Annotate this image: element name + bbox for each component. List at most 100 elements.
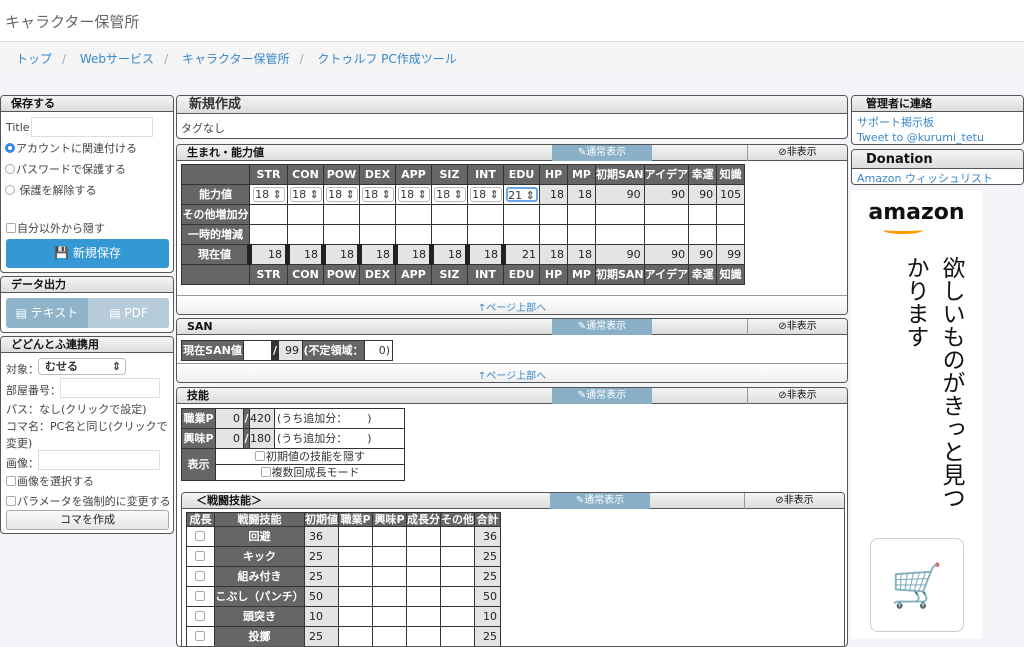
tweet-link[interactable]: Tweet to @kurumi_tetu <box>857 131 984 144</box>
koma-name-link[interactable]: コマ名：PC名と同じ(クリックで変更) <box>6 418 171 452</box>
ability-modifier-input[interactable] <box>395 224 432 245</box>
ability-select[interactable]: 18 ⇕ <box>433 187 466 202</box>
amazon-ad[interactable]: amazon 欲しいものがきっと見つかります 🛒 <box>851 190 982 639</box>
image-input[interactable] <box>38 450 160 470</box>
ability-modifier-input[interactable] <box>716 224 746 245</box>
ability-modifier-input[interactable] <box>716 204 746 225</box>
hobby-input[interactable] <box>372 606 407 627</box>
support-board-link[interactable]: サポート掲示板 <box>857 114 934 130</box>
normal-view-tab[interactable]: ✎通常表示 <box>550 493 650 509</box>
multi-growth-checkbox[interactable]: 複数回成長モード <box>215 464 405 481</box>
other-input[interactable] <box>440 566 475 587</box>
ability-select[interactable]: 18 ⇕ <box>325 187 358 202</box>
pass-link[interactable]: パス：なし(クリックで設定) <box>6 401 147 417</box>
room-input[interactable] <box>60 378 160 398</box>
growth-input[interactable] <box>406 566 441 587</box>
force-param-checkbox[interactable]: パラメータを強制的に変更する <box>6 493 171 509</box>
other-input[interactable] <box>440 586 475 607</box>
create-koma-button[interactable]: コマを作成 <box>6 510 169 530</box>
ability-modifier-input[interactable] <box>539 224 568 245</box>
hide-tab[interactable]: ⊘非表示 <box>747 319 847 335</box>
growth-input[interactable] <box>406 526 441 547</box>
growth-checkbox[interactable] <box>186 586 215 607</box>
ability-modifier-input[interactable] <box>643 204 690 225</box>
hide-checkbox[interactable]: 自分以外から隠す <box>6 220 105 236</box>
ability-select[interactable]: 18 ⇕ <box>469 187 502 202</box>
ability-modifier-input[interactable] <box>688 224 718 245</box>
ability-modifier-input[interactable] <box>249 224 288 245</box>
other-input[interactable] <box>440 626 475 646</box>
radio-account[interactable]: アカウントに関連付ける <box>5 140 137 156</box>
ability-modifier-input[interactable] <box>287 204 324 225</box>
breadcrumb-top[interactable]: トップ <box>16 52 52 66</box>
ability-modifier-input[interactable] <box>567 204 596 225</box>
new-save-button[interactable]: 💾 新規保存 <box>6 239 169 268</box>
hide-initial-checkbox[interactable]: 初期値の技能を隠す <box>215 448 405 465</box>
hobby-input[interactable] <box>372 526 407 547</box>
select-image-checkbox[interactable]: 画像を選択する <box>6 473 94 489</box>
ability-select[interactable]: 18 ⇕ <box>289 187 322 202</box>
indef-input[interactable]: 0) <box>364 340 393 361</box>
growth-checkbox[interactable] <box>186 626 215 646</box>
breadcrumb-storage[interactable]: キャラクター保管所 <box>182 52 290 66</box>
growth-input[interactable] <box>406 546 441 567</box>
ability-modifier-input[interactable] <box>539 204 568 225</box>
job-input[interactable] <box>338 546 373 567</box>
hide-tab[interactable]: ⊘非表示 <box>744 493 844 509</box>
ability-modifier-input[interactable] <box>323 204 360 225</box>
ability-modifier-input[interactable] <box>643 224 690 245</box>
ability-select[interactable]: 18 ⇕ <box>361 187 394 202</box>
growth-checkbox[interactable] <box>186 566 215 587</box>
hobby-input[interactable] <box>372 626 407 646</box>
growth-input[interactable] <box>406 606 441 627</box>
normal-view-tab[interactable]: ✎通常表示 <box>552 319 652 335</box>
ability-modifier-input[interactable] <box>595 204 645 225</box>
job-input[interactable] <box>338 566 373 587</box>
ability-modifier-input[interactable] <box>359 204 396 225</box>
normal-view-tab[interactable]: ✎通常表示 <box>552 145 652 161</box>
ability-modifier-input[interactable] <box>567 224 596 245</box>
hobby-input[interactable] <box>372 546 407 567</box>
ability-select[interactable]: 18 ⇕ <box>397 187 430 202</box>
ability-select[interactable]: 21 ⇕ <box>505 187 538 202</box>
radio-unprotect[interactable]: 保護を解除する <box>5 182 97 198</box>
job-input[interactable] <box>338 586 373 607</box>
title-input[interactable] <box>31 117 153 137</box>
export-pdf-button[interactable]: ▤ PDF <box>88 298 169 328</box>
hide-tab[interactable]: ⊘非表示 <box>747 388 847 404</box>
ability-modifier-input[interactable] <box>503 204 540 225</box>
to-top-link[interactable]: ↑ページ上部へ <box>177 299 847 314</box>
ability-modifier-input[interactable] <box>503 224 540 245</box>
ability-modifier-input[interactable] <box>395 204 432 225</box>
hobby-input[interactable] <box>372 566 407 587</box>
san-current-input[interactable] <box>243 340 272 361</box>
breadcrumb-tool[interactable]: クトゥルフ PC作成ツール <box>317 52 456 66</box>
job-input[interactable] <box>338 606 373 627</box>
ability-modifier-input[interactable] <box>467 204 504 225</box>
ability-modifier-input[interactable] <box>323 224 360 245</box>
growth-checkbox[interactable] <box>186 546 215 567</box>
ability-modifier-input[interactable] <box>467 224 504 245</box>
ability-select[interactable]: 18 ⇕ <box>252 187 285 202</box>
growth-checkbox[interactable] <box>186 606 215 627</box>
export-text-button[interactable]: ▤ テキスト <box>6 298 88 328</box>
hobby-input[interactable] <box>372 586 407 607</box>
ability-modifier-input[interactable] <box>249 204 288 225</box>
ability-modifier-input[interactable] <box>595 224 645 245</box>
ability-modifier-input[interactable] <box>431 204 468 225</box>
ability-modifier-input[interactable] <box>431 224 468 245</box>
hide-tab[interactable]: ⊘非表示 <box>747 145 847 161</box>
radio-password[interactable]: パスワードで保護する <box>5 161 126 177</box>
growth-checkbox[interactable] <box>186 526 215 547</box>
ability-modifier-input[interactable] <box>688 204 718 225</box>
breadcrumb-web[interactable]: Webサービス <box>80 52 154 66</box>
job-input[interactable] <box>338 526 373 547</box>
normal-view-tab[interactable]: ✎通常表示 <box>552 388 652 404</box>
other-input[interactable] <box>440 526 475 547</box>
growth-input[interactable] <box>406 586 441 607</box>
amazon-wishlist-link[interactable]: Amazon ウィッシュリスト <box>857 170 993 184</box>
growth-input[interactable] <box>406 626 441 646</box>
other-input[interactable] <box>440 606 475 627</box>
to-top-link[interactable]: ↑ページ上部へ <box>177 367 847 382</box>
other-input[interactable] <box>440 546 475 567</box>
